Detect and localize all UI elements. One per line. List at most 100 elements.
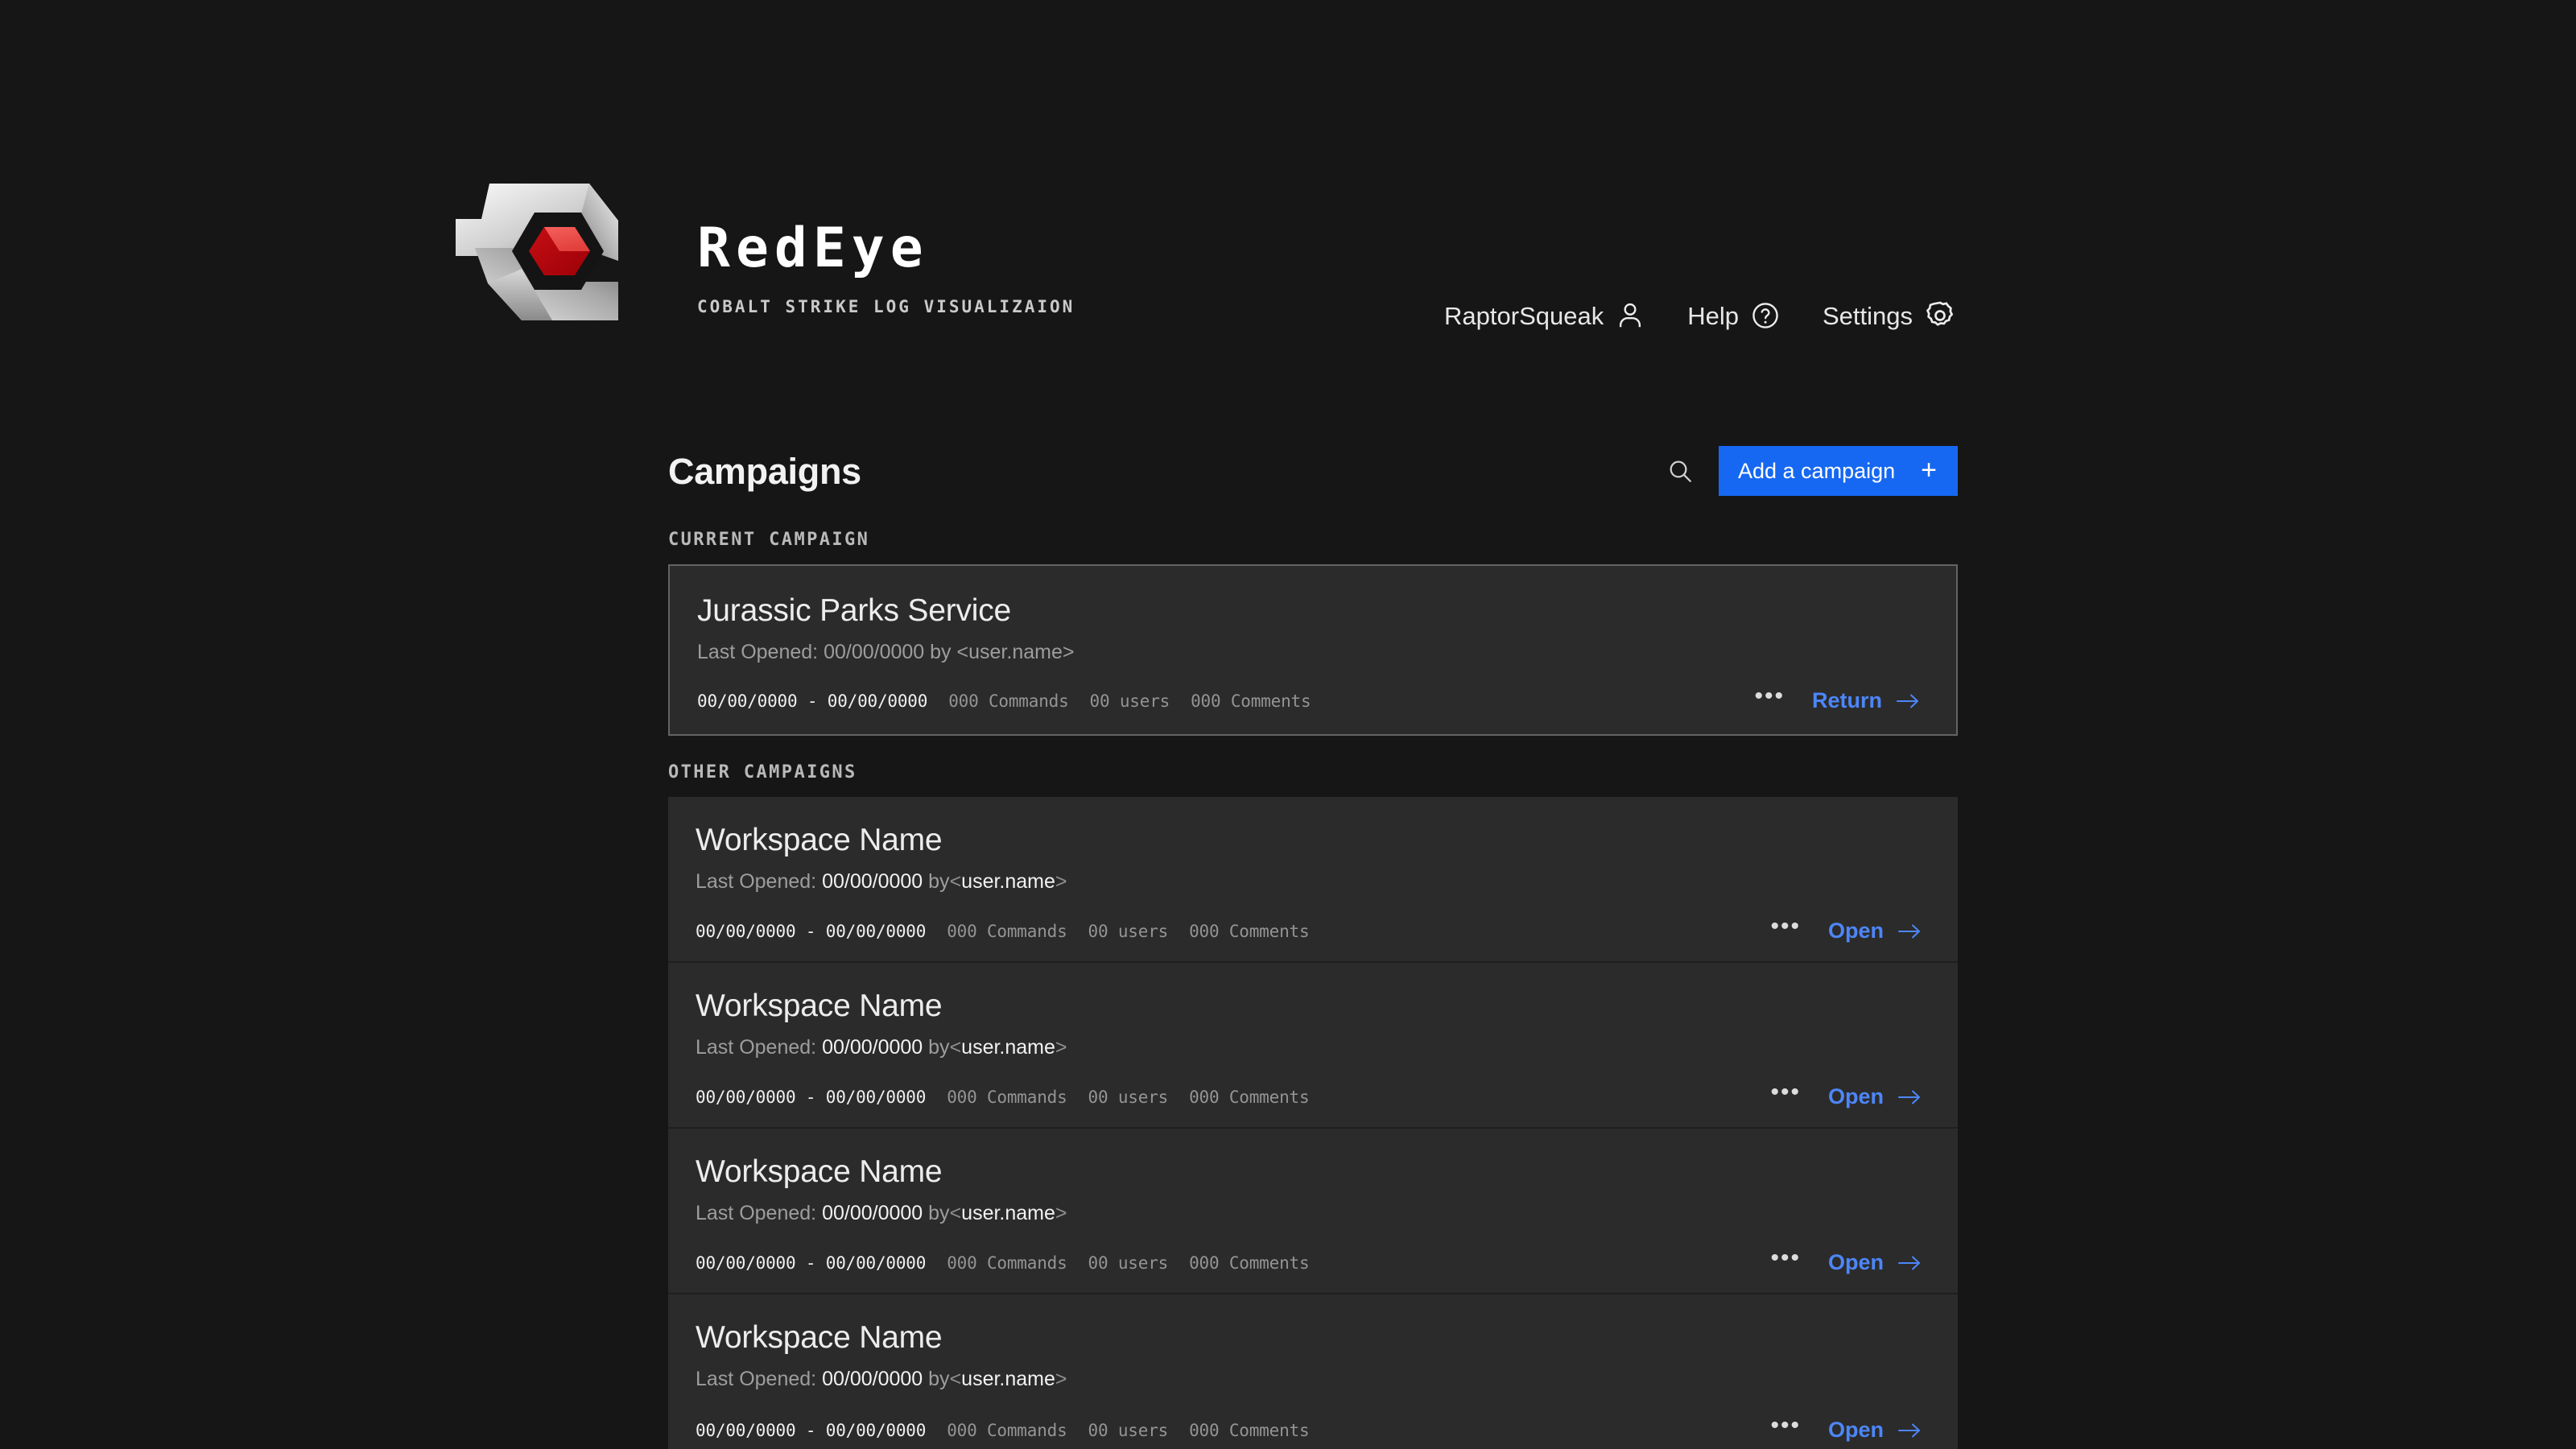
- by-word: by: [928, 1036, 950, 1059]
- campaign-last-opened: Last Opened: 00/00/0000 by <user.name>: [697, 642, 1921, 663]
- campaign-users-count: 00 users: [1088, 921, 1169, 941]
- open-campaign-button[interactable]: Open: [1828, 1086, 1922, 1108]
- campaign-meta: 00/00/0000 - 00/00/0000 000 Commands 00 …: [696, 1253, 1310, 1273]
- campaign-row[interactable]: Workspace Name Last Opened: 00/00/0000 b…: [668, 1129, 1958, 1294]
- toolbar-actions: Add a campaign +: [1662, 439, 1958, 503]
- campaign-title: Workspace Name: [696, 823, 943, 857]
- nav-item-user[interactable]: RaptorSqueak: [1444, 300, 1645, 331]
- last-opened-user: user.name: [961, 1368, 1055, 1390]
- more-options-icon[interactable]: •••: [1751, 684, 1788, 708]
- open-campaign-label: Open: [1827, 1250, 1884, 1274]
- campaign-title: Workspace Name: [696, 989, 943, 1023]
- campaign-users-count: 00 users: [1089, 691, 1170, 711]
- last-opened-prefix: Last Opened:: [696, 1036, 817, 1059]
- campaign-commands-count: 000 Commands: [948, 691, 1069, 711]
- user-bracket-close: >: [1055, 870, 1067, 893]
- campaign-comments-count: 000 Comments: [1189, 1420, 1310, 1440]
- campaign-last-opened: Last Opened: 00/00/0000 by<user.name>: [696, 872, 1922, 892]
- user-icon: [1615, 300, 1645, 331]
- campaign-row[interactable]: Workspace Name Last Opened: 00/00/0000 b…: [668, 963, 1958, 1129]
- more-options-icon[interactable]: •••: [1767, 1080, 1804, 1104]
- more-options-icon[interactable]: •••: [1767, 914, 1804, 939]
- campaign-commands-count: 000 Commands: [947, 1253, 1067, 1273]
- campaign-row[interactable]: Workspace Name Last Opened: 00/00/0000 b…: [668, 1294, 1958, 1449]
- campaign-commands-count: 000 Commands: [947, 1087, 1067, 1107]
- other-campaigns-list: Workspace Name Last Opened: 00/00/0000 b…: [668, 797, 1958, 1449]
- campaign-users-count: 00 users: [1088, 1420, 1169, 1440]
- search-icon[interactable]: [1662, 453, 1698, 489]
- campaign-date-range: 00/00/0000 - 00/00/0000: [697, 691, 928, 711]
- open-campaign-button[interactable]: Open: [1828, 1419, 1922, 1441]
- campaign-comments-count: 000 Comments: [1189, 1087, 1310, 1107]
- app-window: RedEye COBALT STRIKE LOG VISUALIZAION Ra…: [0, 0, 2576, 1449]
- open-campaign-label: Open: [1827, 1418, 1884, 1442]
- campaign-meta: 00/00/0000 - 00/00/0000 000 Commands 00 …: [697, 691, 1311, 711]
- user-bracket-close: >: [1055, 1202, 1067, 1224]
- campaign-footer: 00/00/0000 - 00/00/0000 000 Commands 00 …: [697, 684, 1921, 712]
- by-word: by: [930, 641, 952, 663]
- current-campaign-card[interactable]: Jurassic Parks Service Last Opened: 00/0…: [668, 564, 1958, 736]
- by-word: by: [928, 1202, 950, 1224]
- user-bracket-close: >: [1055, 1368, 1067, 1390]
- by-word: by: [928, 870, 950, 893]
- campaign-footer-actions: ••• Return: [1751, 684, 1921, 712]
- more-options-icon[interactable]: •••: [1767, 1414, 1804, 1438]
- campaign-title: Jurassic Parks Service: [697, 593, 1012, 628]
- campaign-title: Workspace Name: [696, 1320, 943, 1355]
- add-campaign-button[interactable]: Add a campaign +: [1719, 446, 1958, 496]
- last-opened-prefix: Last Opened:: [696, 1202, 817, 1224]
- nav-item-settings-label: Settings: [1822, 301, 1913, 330]
- campaign-date-range: 00/00/0000 - 00/00/0000: [696, 921, 927, 941]
- last-opened-user: user.name: [961, 1036, 1055, 1059]
- campaign-meta: 00/00/0000 - 00/00/0000 000 Commands 00 …: [696, 1087, 1310, 1107]
- arrow-right-icon: [1897, 922, 1922, 941]
- campaign-footer: 00/00/0000 - 00/00/0000 000 Commands 00 …: [696, 1414, 1922, 1441]
- current-campaign-section-label: CURRENT CAMPAIGN: [668, 530, 870, 550]
- more-options-icon[interactable]: •••: [1767, 1246, 1804, 1270]
- campaign-commands-count: 000 Commands: [947, 1420, 1067, 1440]
- arrow-right-icon: [1897, 1421, 1922, 1440]
- campaign-footer-actions: ••• Open: [1767, 1414, 1922, 1441]
- campaigns-toolbar: Campaigns Add a campaign +: [668, 439, 1958, 503]
- campaign-comments-count: 000 Comments: [1189, 1253, 1310, 1273]
- campaign-date-range: 00/00/0000 - 00/00/0000: [696, 1420, 927, 1440]
- user-bracket-close: >: [1055, 1036, 1067, 1059]
- user-bracket-open: <: [949, 870, 962, 893]
- by-word: by: [928, 1368, 950, 1390]
- nav-item-settings[interactable]: Settings: [1823, 299, 1956, 332]
- user-bracket-open: <: [949, 1368, 962, 1390]
- arrow-right-icon: [1895, 691, 1921, 711]
- nav-item-help-label: Help: [1687, 301, 1739, 330]
- app-title: RedEye: [697, 217, 929, 280]
- last-opened-date: 00/00/0000: [822, 870, 923, 893]
- open-campaign-label: Open: [1827, 919, 1884, 943]
- redeye-hexagon-logo-icon: [431, 171, 633, 332]
- last-opened-date: 00/00/0000: [822, 1368, 923, 1390]
- campaign-footer-actions: ••• Open: [1767, 1080, 1922, 1108]
- last-opened-prefix: Last Opened:: [696, 1368, 817, 1390]
- campaign-last-opened: Last Opened: 00/00/0000 by<user.name>: [696, 1203, 1922, 1224]
- app-subtitle: COBALT STRIKE LOG VISUALIZAION: [697, 297, 1075, 316]
- return-campaign-label: Return: [1812, 688, 1882, 712]
- campaign-footer: 00/00/0000 - 00/00/0000 000 Commands 00 …: [696, 1080, 1922, 1108]
- campaign-last-opened: Last Opened: 00/00/0000 by<user.name>: [696, 1038, 1922, 1058]
- campaign-date-range: 00/00/0000 - 00/00/0000: [696, 1087, 927, 1107]
- arrow-right-icon: [1897, 1253, 1922, 1273]
- last-opened-prefix: Last Opened:: [696, 870, 817, 893]
- open-campaign-button[interactable]: Open: [1828, 1252, 1922, 1274]
- open-campaign-button[interactable]: Open: [1828, 920, 1922, 942]
- last-opened-date: 00/00/0000: [822, 1202, 923, 1224]
- brand-block: RedEye COBALT STRIKE LOG VISUALIZAION: [431, 171, 1075, 332]
- campaign-date-range: 00/00/0000 - 00/00/0000: [696, 1253, 927, 1273]
- other-campaigns-section-label: OTHER CAMPAIGNS: [668, 762, 857, 782]
- campaign-meta: 00/00/0000 - 00/00/0000 000 Commands 00 …: [696, 1420, 1310, 1440]
- nav-item-help[interactable]: Help: [1687, 300, 1781, 331]
- campaign-row[interactable]: Workspace Name Last Opened: 00/00/0000 b…: [668, 797, 1958, 963]
- return-campaign-button[interactable]: Return: [1812, 690, 1921, 712]
- campaign-footer-actions: ••• Open: [1767, 1246, 1922, 1274]
- add-campaign-label: Add a campaign: [1738, 458, 1896, 483]
- campaign-comments-count: 000 Comments: [1189, 921, 1310, 941]
- campaign-footer-actions: ••• Open: [1767, 914, 1922, 942]
- plus-icon: +: [1921, 455, 1937, 485]
- app-header: RedEye COBALT STRIKE LOG VISUALIZAION Ra…: [0, 0, 2576, 378]
